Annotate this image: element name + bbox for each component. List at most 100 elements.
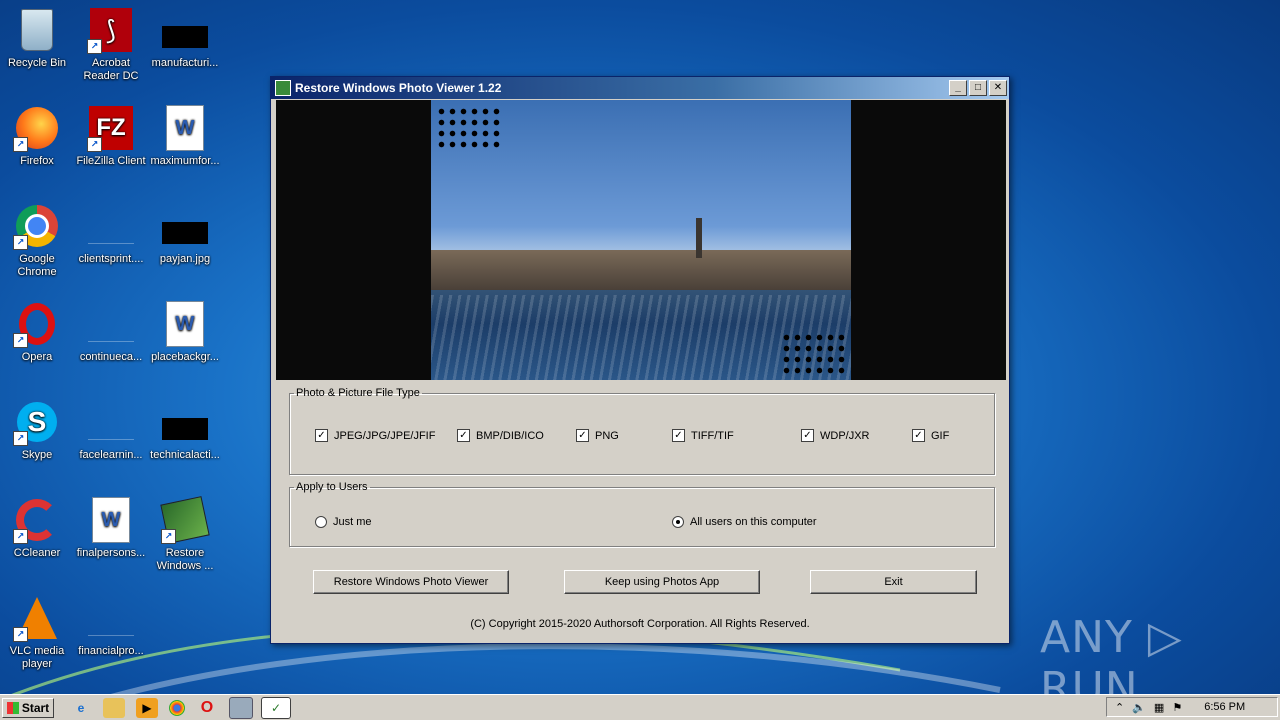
user-scope-radio[interactable]: All users on this computer — [672, 516, 817, 528]
minimize-button[interactable]: _ — [949, 80, 967, 96]
checkbox-label: TIFF/TIF — [691, 429, 734, 442]
radio-circle[interactable] — [672, 516, 684, 528]
vlc-icon: ↗ — [13, 594, 61, 642]
church-spire — [696, 218, 702, 258]
taskbar: Start e ▶ O ✓ ⌃ 🔈 ▦ ⚑ 6:56 PM — [0, 694, 1280, 720]
checkbox-label: JPEG/JPG/JPE/JFIF — [334, 429, 436, 442]
desktop-icon[interactable]: Wmaximumfor... — [148, 104, 222, 168]
recycle-bin-icon — [13, 6, 61, 54]
redacted-file-icon — [161, 6, 209, 54]
desktop-icon[interactable]: facelearnin... — [74, 398, 148, 462]
start-button[interactable]: Start — [2, 697, 54, 718]
redacted-file-icon — [161, 202, 209, 250]
desktop-icon[interactable]: financialpro... — [74, 594, 148, 658]
checkbox-label: GIF — [931, 429, 950, 442]
restore-app-taskbar-button[interactable]: ✓ — [261, 696, 291, 719]
keep-photos-app-button[interactable]: Keep using Photos App — [564, 570, 760, 594]
chrome-taskbar-icon[interactable] — [169, 699, 185, 716]
control-panel-icon[interactable] — [229, 696, 253, 719]
close-button[interactable]: ✕ — [989, 80, 1007, 96]
action-center-flag-icon[interactable]: ⚑ — [1172, 701, 1182, 714]
desktop-icon-label: Acrobat Reader DC — [83, 57, 139, 82]
checkbox-box[interactable]: ✓ — [457, 429, 470, 442]
desktop-icon-label: payjan.jpg — [159, 253, 211, 265]
filezilla-icon: FZ ↗ — [87, 104, 135, 152]
desktop-icon[interactable]: Wfinalpersons... — [74, 496, 148, 560]
desktop-icon[interactable]: clientsprint.... — [74, 202, 148, 266]
shortcut-arrow-icon: ↗ — [161, 529, 176, 544]
checkbox-box[interactable]: ✓ — [912, 429, 925, 442]
desktop-icon[interactable]: ↗ Restore Windows ... — [148, 496, 222, 573]
desktop-icon-label: manufacturi... — [151, 57, 219, 69]
network-icon[interactable]: ▦ — [1154, 701, 1164, 714]
desktop-icon[interactable]: manufacturi... — [148, 6, 222, 70]
checkbox-label: PNG — [595, 429, 619, 442]
file-type-checkbox[interactable]: ✓ GIF — [912, 429, 949, 442]
desktop-icon-label: Opera — [21, 351, 53, 363]
word-doc-icon: W — [161, 104, 209, 152]
desktop-icon[interactable]: ↗ Google Chrome — [0, 202, 74, 279]
desktop-icon[interactable]: payjan.jpg — [148, 202, 222, 266]
shortcut-arrow-icon: ↗ — [13, 529, 28, 544]
file-type-checkbox[interactable]: ✓ BMP/DIB/ICO — [457, 429, 544, 442]
desktop-icon-label: technicalacti... — [150, 449, 220, 461]
desktop-icon[interactable]: ↗ VLC media player — [0, 594, 74, 671]
desktop-icon[interactable]: Recycle Bin — [0, 6, 74, 70]
firefox-icon: ↗ — [13, 104, 61, 152]
desktop-icon-label: maximumfor... — [150, 155, 220, 167]
exit-button[interactable]: Exit — [810, 570, 977, 594]
checkbox-box[interactable]: ✓ — [672, 429, 685, 442]
desktop-icon-label: finalpersons... — [76, 547, 146, 559]
desktop-icon[interactable]: S ↗ Skype — [0, 398, 74, 462]
opera-taskbar-icon[interactable]: O — [196, 698, 218, 718]
desktop-icon[interactable]: ↗ Firefox — [0, 104, 74, 168]
radio-circle[interactable] — [315, 516, 327, 528]
acrobat-icon: ⟆ ↗ — [87, 6, 135, 54]
desktop-icon[interactable]: ⟆ ↗ Acrobat Reader DC — [74, 6, 148, 83]
media-player-icon[interactable]: ▶ — [136, 697, 158, 718]
users-legend: Apply to Users — [296, 481, 368, 493]
desktop-icon-label: Google Chrome — [17, 253, 57, 278]
checkbox-box[interactable]: ✓ — [315, 429, 328, 442]
radio-label: All users on this computer — [690, 516, 817, 528]
checkbox-label: WDP/JXR — [820, 429, 870, 442]
desktop-icon[interactable]: FZ ↗ FileZilla Client — [74, 104, 148, 168]
file-type-checkbox[interactable]: ✓ TIFF/TIF — [672, 429, 734, 442]
desktop-icon-label: FileZilla Client — [76, 155, 146, 167]
desktop-icon-label: Recycle Bin — [7, 57, 67, 69]
desktop-icon[interactable]: ↗ CCleaner — [0, 496, 74, 560]
desktop-icon[interactable]: continueca... — [74, 300, 148, 364]
file-type-checkbox[interactable]: ✓ JPEG/JPG/JPE/JFIF — [315, 429, 435, 442]
window-title: Restore Windows Photo Viewer 1.22 — [295, 81, 502, 95]
volume-icon[interactable]: 🔈 — [1132, 701, 1146, 714]
user-scope-radio[interactable]: Just me — [315, 516, 372, 528]
ie-icon[interactable]: e — [70, 698, 92, 718]
users-group: Apply to Users — [289, 481, 995, 547]
blank-file-icon — [87, 300, 135, 348]
window-titlebar[interactable]: Restore Windows Photo Viewer 1.22 _ □ ✕ — [271, 77, 1009, 99]
desktop-icon-label: facelearnin... — [79, 449, 143, 461]
checkbox-box[interactable]: ✓ — [801, 429, 814, 442]
file-type-legend: Photo & Picture File Type — [296, 387, 420, 399]
desktop-icon-label: continueca... — [79, 351, 143, 363]
radio-label: Just me — [333, 516, 372, 528]
city-skyline — [431, 250, 851, 290]
desktop-icon[interactable]: Wplacebackgr... — [148, 300, 222, 364]
clock[interactable]: 6:56 PM — [1204, 701, 1245, 713]
file-type-checkbox[interactable]: ✓ WDP/JXR — [801, 429, 870, 442]
file-type-checkbox[interactable]: ✓ PNG — [576, 429, 619, 442]
tray-chevron-icon[interactable]: ⌃ — [1115, 701, 1124, 714]
desktop-icon-label: CCleaner — [13, 547, 61, 559]
desktop-icon[interactable]: technicalacti... — [148, 398, 222, 462]
checkbox-box[interactable]: ✓ — [576, 429, 589, 442]
desktop-icon[interactable]: ↗ Opera — [0, 300, 74, 364]
skype-icon: S ↗ — [13, 398, 61, 446]
desktop-icon-label: VLC media player — [9, 645, 65, 670]
desktop-icon-label: Firefox — [20, 155, 54, 167]
explorer-icon[interactable] — [103, 697, 125, 718]
shortcut-arrow-icon: ↗ — [13, 431, 28, 446]
redacted-file-icon — [161, 398, 209, 446]
maximize-button[interactable]: □ — [969, 80, 987, 96]
restore-photo-viewer-button[interactable]: Restore Windows Photo Viewer — [313, 570, 509, 594]
shortcut-arrow-icon: ↗ — [87, 39, 102, 54]
